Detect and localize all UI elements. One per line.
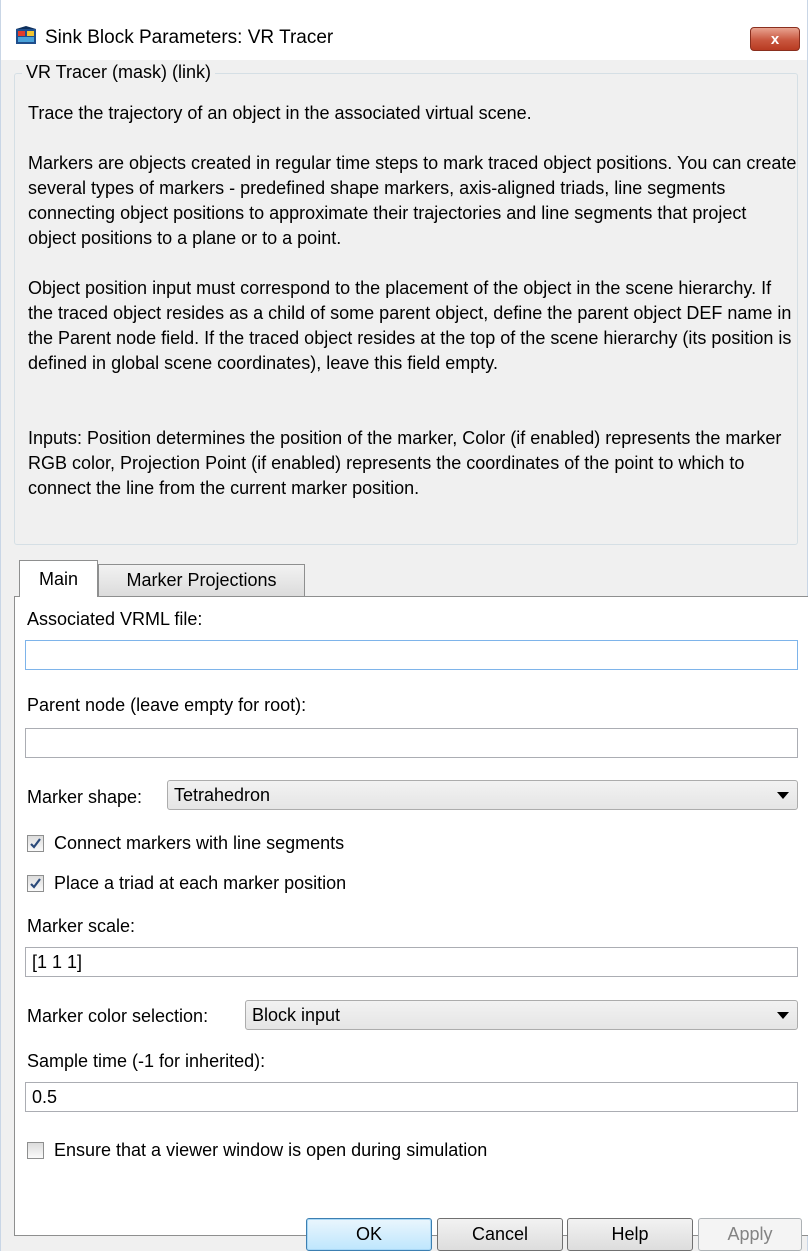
- help-button[interactable]: Help: [567, 1218, 693, 1251]
- description-paragraph: Inputs: Position determines the position…: [28, 428, 782, 498]
- sample-time-label: Sample time (-1 for inherited):: [27, 1051, 266, 1071]
- description-paragraph: Markers are objects created in regular t…: [28, 153, 797, 248]
- vrml-file-input[interactable]: [25, 640, 798, 670]
- checkmark-icon: [30, 878, 41, 889]
- marker-color-value: Block input: [252, 1004, 341, 1025]
- ensure-viewer-checkbox[interactable]: Ensure that a viewer window is open duri…: [27, 1140, 487, 1161]
- mask-group-title: VR Tracer (mask) (link): [22, 62, 216, 83]
- place-triad-checkbox[interactable]: Place a triad at each marker position: [27, 873, 346, 894]
- sample-time-input[interactable]: [25, 1082, 798, 1112]
- description-paragraph: Trace the trajectory of an object in the…: [28, 103, 532, 123]
- marker-scale-label: Marker scale:: [27, 916, 136, 936]
- tab-marker-projections[interactable]: Marker Projections: [98, 564, 305, 596]
- parent-node-label: Parent node (leave empty for root):: [27, 695, 307, 715]
- marker-shape-dropdown[interactable]: Tetrahedron: [167, 780, 798, 810]
- window-title: Sink Block Parameters: VR Tracer: [45, 27, 334, 48]
- place-triad-label: Place a triad at each marker position: [54, 873, 347, 893]
- checkbox-box[interactable]: [27, 835, 44, 852]
- close-icon: x: [770, 30, 780, 48]
- parent-node-input[interactable]: [25, 728, 798, 758]
- apply-button[interactable]: Apply: [698, 1218, 802, 1251]
- checkmark-icon: [30, 838, 41, 849]
- tab-main[interactable]: Main: [19, 560, 98, 597]
- ensure-viewer-label: Ensure that a viewer window is open duri…: [54, 1140, 488, 1160]
- marker-shape-value: Tetrahedron: [174, 784, 271, 805]
- close-button[interactable]: x: [750, 27, 800, 51]
- marker-shape-label: Marker shape:: [27, 787, 143, 807]
- connect-markers-label: Connect markers with line segments: [54, 833, 345, 853]
- vrml-file-label: Associated VRML file:: [27, 609, 203, 629]
- marker-color-dropdown[interactable]: Block input: [245, 1000, 798, 1030]
- chevron-down-icon: [777, 792, 789, 799]
- title-bar: Sink Block Parameters: VR Tracer x: [1, 0, 807, 60]
- simulink-block-icon: [16, 26, 36, 44]
- dialog-window: Sink Block Parameters: VR Tracer x VR Tr…: [0, 0, 808, 1251]
- connect-markers-checkbox[interactable]: Connect markers with line segments: [27, 833, 344, 854]
- marker-scale-input[interactable]: [25, 947, 798, 977]
- description-paragraph: Object position input must correspond to…: [28, 278, 792, 373]
- cancel-button[interactable]: Cancel: [437, 1218, 563, 1251]
- checkbox-box[interactable]: [27, 1142, 44, 1159]
- ok-button[interactable]: OK: [306, 1218, 432, 1251]
- chevron-down-icon: [777, 1012, 789, 1019]
- marker-color-label: Marker color selection:: [27, 1006, 209, 1026]
- checkbox-box[interactable]: [27, 875, 44, 892]
